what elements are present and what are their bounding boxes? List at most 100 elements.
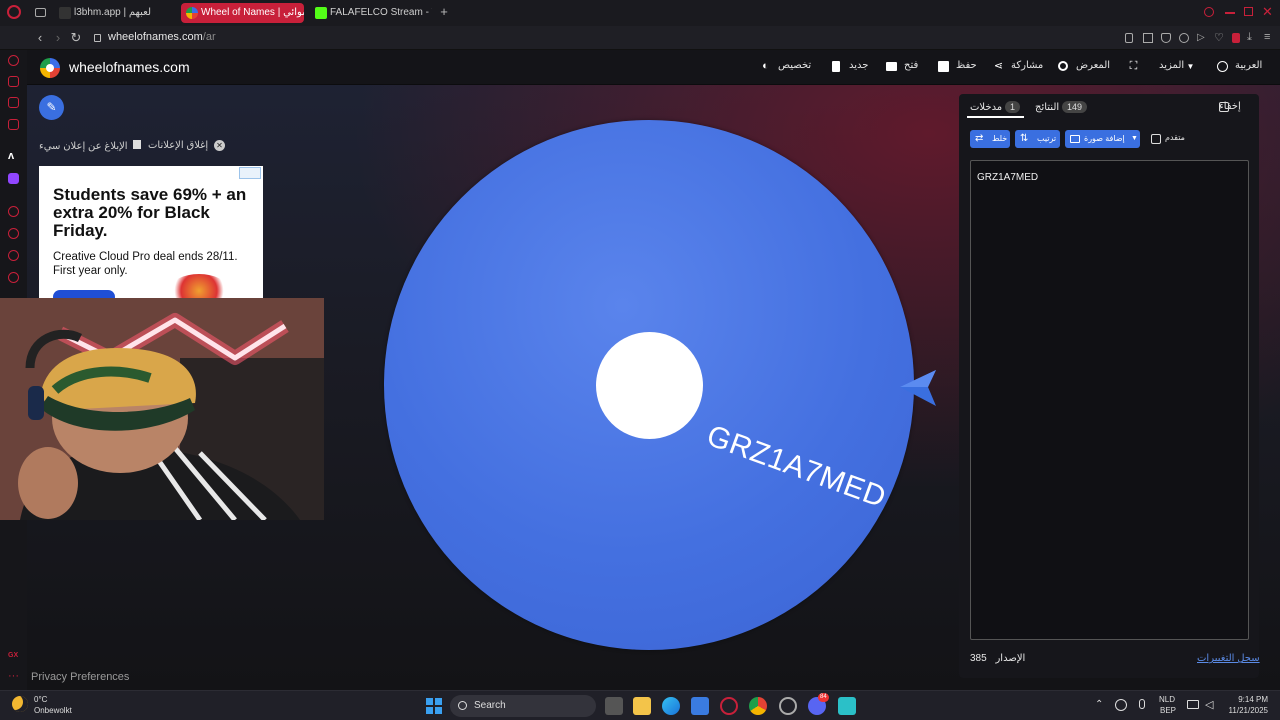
version-number: 385 <box>970 653 987 664</box>
save-button[interactable]: حفظ <box>956 60 977 71</box>
ad-headline: Students save 69% + an extra 20% for Bla… <box>53 185 247 240</box>
customize-button[interactable]: تخصيص <box>778 60 811 71</box>
pin-icon[interactable] <box>1125 33 1133 43</box>
wheel-center-hub[interactable] <box>596 332 703 439</box>
hide-checkbox[interactable] <box>1219 102 1229 112</box>
new-file-icon <box>832 61 840 72</box>
language-button[interactable]: العربية <box>1235 60 1262 71</box>
shield-icon[interactable] <box>1161 33 1171 43</box>
settings-gear-icon[interactable] <box>8 272 19 283</box>
entries-textarea[interactable]: GRZ1A7MED <box>970 160 1249 640</box>
close-window-button[interactable]: ✕ <box>1262 4 1273 20</box>
advanced-checkbox[interactable] <box>1151 134 1161 144</box>
opera-logo-icon[interactable] <box>7 5 21 19</box>
caret-down-icon: ▼ <box>1186 62 1195 71</box>
fullscreen-icon[interactable]: ⛶ <box>1128 61 1139 72</box>
download-icon[interactable]: ⤓ <box>1247 31 1252 44</box>
weather-moon-icon[interactable] <box>12 696 28 712</box>
share-button[interactable]: مشاركة <box>1011 60 1043 71</box>
gx-corner-icon[interactable] <box>8 76 19 87</box>
aria-icon[interactable]: ʌ <box>8 150 14 162</box>
opera-icon[interactable] <box>779 697 797 715</box>
gallery-button[interactable]: المعرض <box>1076 60 1110 71</box>
twitch-icon[interactable] <box>8 173 19 184</box>
site-name[interactable]: wheelofnames.com <box>69 59 190 75</box>
url-field[interactable]: wheelofnames.com/ar <box>108 31 216 43</box>
more-menu-button[interactable]: المزيد <box>1159 60 1184 71</box>
forward-button[interactable]: › <box>50 30 66 46</box>
heart-icon[interactable]: ♡ <box>1214 31 1224 44</box>
search-icon <box>1058 61 1068 71</box>
tv-icon[interactable] <box>8 97 19 108</box>
weather-temp[interactable]: 0°C <box>34 695 47 704</box>
sidebar-more-icon[interactable]: ··· <box>8 670 19 682</box>
chevron-down-icon: ▼ <box>1131 135 1138 142</box>
clock-time[interactable]: 9:14 PM <box>1222 695 1268 704</box>
file-explorer-icon[interactable] <box>633 697 651 715</box>
ad-cta-button[interactable] <box>53 290 115 298</box>
vpn-icon[interactable] <box>1232 33 1240 43</box>
input-language-bottom[interactable]: BEP <box>1160 706 1176 715</box>
news-icon[interactable] <box>8 119 19 130</box>
volume-icon[interactable]: ◁ <box>1205 698 1213 711</box>
report-ad-link[interactable]: الإبلاغ عن إعلان سيء <box>39 140 142 152</box>
history-icon[interactable] <box>8 228 19 239</box>
sync-icon[interactable] <box>1115 699 1127 711</box>
close-ads-link[interactable]: إغلاق الإعلانات ✕ <box>148 140 225 151</box>
new-tab-button[interactable]: + <box>437 4 451 20</box>
minimize-button[interactable] <box>1225 12 1235 14</box>
task-view-icon[interactable] <box>605 697 623 715</box>
microphone-icon[interactable] <box>1139 699 1145 709</box>
windows-start-icon[interactable] <box>426 698 442 714</box>
chrome-icon[interactable] <box>749 697 767 715</box>
gx-badge-icon[interactable]: GX <box>8 652 18 659</box>
entries-count-badge: 1 <box>1004 101 1020 113</box>
results-tab-label: النتائج <box>1035 102 1060 113</box>
tab-title: l3bhm.app | لعبهم <box>74 7 152 18</box>
search-tabs-icon[interactable] <box>1204 7 1214 17</box>
app-icon[interactable] <box>838 697 856 715</box>
opera-gx-icon[interactable] <box>720 697 738 715</box>
tab-title: FALAFELCO Stream - Wat <box>330 7 432 18</box>
browser-tab-falafelco[interactable]: FALAFELCO Stream - Wat <box>310 3 432 23</box>
gx-control-icon[interactable] <box>8 55 19 66</box>
privacy-preferences-link[interactable]: Privacy Preferences <box>31 671 129 683</box>
camera-icon[interactable] <box>1179 33 1189 43</box>
tab-results[interactable]: النتائج 149 <box>1035 101 1087 113</box>
clock-date[interactable]: 11/21/2025 <box>1222 706 1268 715</box>
wheel-logo-icon[interactable] <box>40 58 60 78</box>
taskbar-search[interactable]: Search <box>450 695 596 717</box>
palette-icon: ◐ <box>762 60 769 72</box>
active-tab-indicator <box>967 116 1024 118</box>
sort-button[interactable]: ⇅ ترتيب <box>1015 130 1060 148</box>
tab-manager-icon[interactable] <box>35 8 46 17</box>
browser-tab-wheel-of-names[interactable]: Wheel of Names | عشوائي <box>181 3 304 23</box>
reload-button[interactable]: ↻ <box>68 30 84 46</box>
edit-pencil-button[interactable]: ✎ <box>39 95 64 120</box>
add-image-button[interactable]: إضافة صورة ▼ <box>1065 130 1140 148</box>
edge-icon[interactable] <box>662 697 680 715</box>
messenger-icon[interactable] <box>8 250 19 261</box>
input-language-top[interactable]: NLD <box>1159 695 1175 704</box>
player-icon[interactable] <box>8 206 19 217</box>
folder-icon <box>886 62 897 71</box>
changelog-link[interactable]: سجل التغييرات <box>1197 653 1260 664</box>
version-info: 385 الإصدار <box>970 653 1025 664</box>
adchoices-icon[interactable] <box>239 167 261 179</box>
browser-tab-l3bhm[interactable]: l3bhm.app | لعبهم <box>54 3 176 23</box>
open-button[interactable]: فتح <box>904 60 918 71</box>
tab-entries[interactable]: مدخلات 1 <box>970 101 1020 113</box>
snapshot-icon[interactable] <box>1143 33 1153 43</box>
tray-overflow-icon[interactable]: ⌃ <box>1095 699 1103 710</box>
weather-desc[interactable]: Onbewolkt <box>34 706 72 715</box>
new-button[interactable]: جديد <box>849 60 868 71</box>
network-icon[interactable] <box>1187 700 1199 709</box>
shuffle-button[interactable]: ⇄ خلط <box>970 130 1010 148</box>
add-image-label: إضافة صورة <box>1084 134 1125 143</box>
easy-setup-icon[interactable]: ≡ <box>1264 31 1270 43</box>
maximize-button[interactable] <box>1244 7 1253 16</box>
back-button[interactable]: ‹ <box>32 30 48 46</box>
ad-banner[interactable]: Students save 69% + an extra 20% for Bla… <box>39 166 263 298</box>
play-icon[interactable]: ▷ <box>1197 32 1205 43</box>
store-icon[interactable] <box>691 697 709 715</box>
